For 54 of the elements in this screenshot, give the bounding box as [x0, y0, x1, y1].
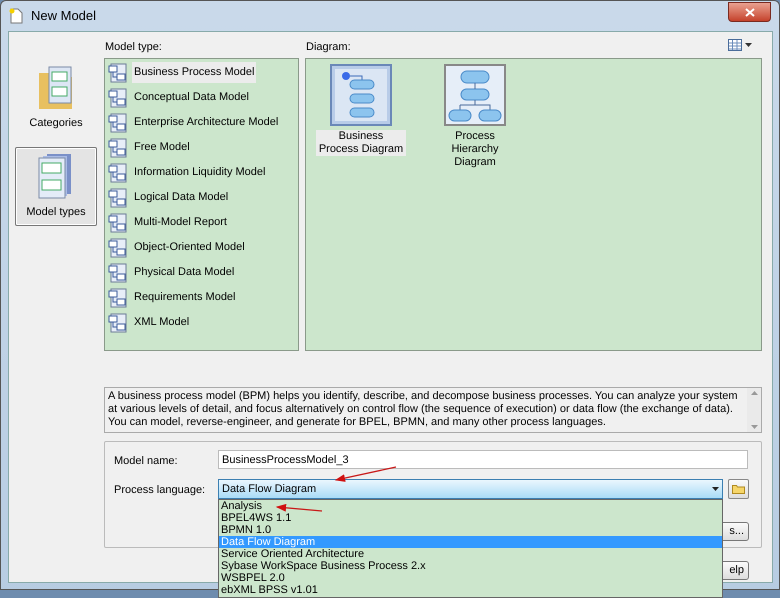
model-icon	[108, 112, 128, 132]
model-icon	[108, 188, 128, 208]
model-type-item[interactable]: Conceptual Data Model	[132, 87, 251, 108]
hierarchy-icon	[444, 64, 506, 126]
diagram-label: Diagram:	[306, 40, 351, 55]
model-type-label: Model type:	[105, 40, 162, 55]
model-type-item[interactable]: Information Liquidity Model	[132, 162, 268, 183]
model-icon	[108, 312, 128, 332]
model-icon	[108, 238, 128, 258]
model-name-field[interactable]: BusinessProcessModel_3	[218, 450, 748, 469]
grid-icon	[728, 39, 742, 51]
model-type-item[interactable]: Multi-Model Report	[132, 212, 229, 233]
model-icon	[108, 138, 128, 158]
dropdown-option[interactable]: Analysis	[219, 500, 722, 512]
process-language-dropdown[interactable]: Data Flow Diagram	[218, 479, 723, 499]
annotation-arrow	[276, 504, 322, 512]
model-icon	[108, 62, 128, 82]
model-type-item[interactable]: Requirements Model	[132, 287, 238, 308]
scroll-down-icon	[750, 425, 758, 429]
caret-icon	[745, 43, 752, 47]
folder-button[interactable]	[728, 479, 749, 499]
model-type-item[interactable]: Logical Data Model	[132, 187, 230, 208]
category-button[interactable]: Model types	[15, 147, 97, 226]
annotation-arrow	[334, 466, 396, 482]
caret-icon	[712, 487, 719, 491]
dropdown-option[interactable]: BPEL4WS 1.1	[219, 512, 722, 524]
model-icon	[108, 162, 128, 182]
dropdown-option[interactable]: Service Oriented Architecture	[219, 548, 722, 560]
model-type-item[interactable]: Physical Data Model	[132, 262, 236, 283]
diagram-item[interactable]: Business Process Diagram	[316, 130, 406, 156]
model-icon	[108, 262, 128, 282]
category-button[interactable]: Categories	[15, 58, 97, 137]
folder-icon	[732, 484, 745, 494]
scrollbar[interactable]	[747, 388, 761, 432]
model-type-item[interactable]: Enterprise Architecture Model	[132, 112, 280, 133]
model-type-item[interactable]: Free Model	[132, 137, 192, 158]
dropdown-option[interactable]: ebXML BPSS v1.01	[219, 584, 722, 596]
diagram-item[interactable]: Process Hierarchy Diagram	[430, 130, 520, 169]
window-title: New Model	[31, 7, 96, 26]
model-type-item[interactable]: Object-Oriented Model	[132, 237, 247, 258]
model-icon	[108, 88, 128, 108]
close-icon	[744, 8, 754, 16]
model-name-label: Model name:	[114, 454, 178, 469]
process-language-label: Process language:	[114, 483, 206, 498]
model-type-item[interactable]: Business Process Model	[132, 62, 256, 83]
description-text: A business process model (BPM) helps you identify, describe, and decompose business processes. You can analyze your system at various levels of detail, and focus alternatively on control flow (the sequence of execution) or data flow (the exchange of data).	[108, 390, 739, 416]
scroll-up-icon	[750, 391, 758, 395]
description-text: You can model, reverse-engineer, and generate for BPEL, BPMN, and many other process languages.	[108, 416, 607, 429]
flowchart-icon	[330, 64, 392, 126]
model-icon	[108, 288, 128, 308]
model-icon	[108, 212, 128, 232]
model-type-item[interactable]: XML Model	[132, 312, 192, 333]
close-button[interactable]	[728, 2, 771, 22]
document-icon	[9, 8, 23, 24]
